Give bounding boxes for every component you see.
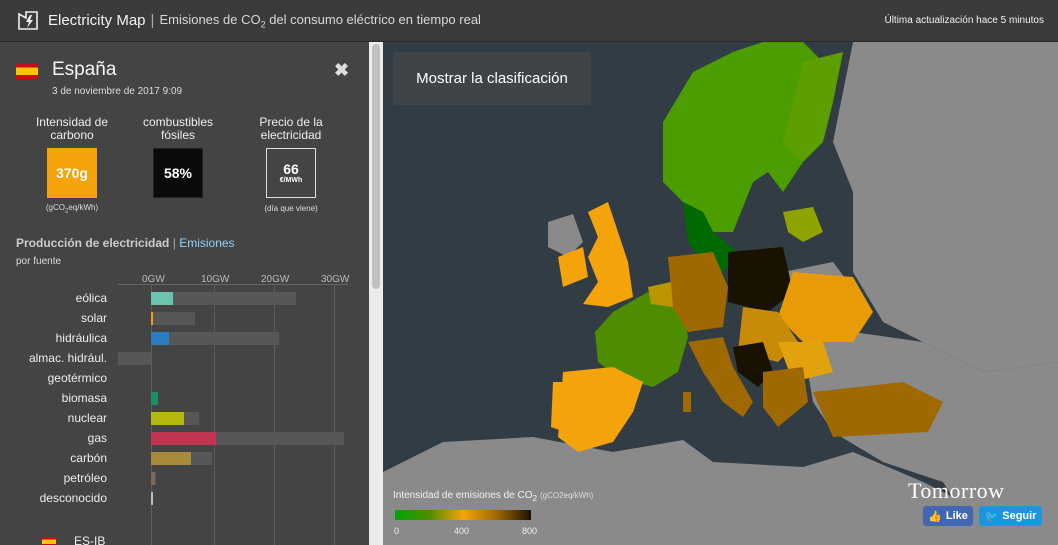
brand-name[interactable]: Electricity Map [48,12,146,29]
production-bar[interactable] [151,392,158,405]
carbon-intensity-label: Intensidad de carbono [35,115,109,142]
datetime: 3 de noviembre de 2017 9:09 [52,86,183,97]
source-label: almac. hidrául. [28,351,107,365]
europe-map[interactable]: Mostrar la clasificación Intensidad de e… [383,42,1058,545]
source-label: geotérmico [47,371,107,385]
gridline [334,284,335,545]
production-bar[interactable] [151,312,153,325]
scrollbar[interactable] [369,42,383,545]
production-bar[interactable] [151,452,191,465]
twitter-icon: 🐦 [984,510,999,523]
production-bar[interactable] [151,492,153,505]
fossil-percentage-value[interactable]: 58% [153,148,203,198]
last-update-text: Última actualización hace 5 minutos [884,15,1044,26]
gridline [274,284,275,545]
source-label: eólica [75,291,107,305]
by-source-label: por fuente [16,256,62,267]
close-icon[interactable]: ✖ [334,60,349,81]
top-bar: Electricity Map | Emisiones de CO2 del c… [0,0,1058,42]
map-svg [383,42,1058,545]
production-bar[interactable] [151,432,217,445]
source-label: solar [80,311,107,325]
tagline: Emisiones de CO2 del consumo eléctrico e… [159,11,481,30]
source-label: carbón [70,451,107,465]
capacity-bar[interactable] [151,332,279,345]
source-label: biomasa [61,391,107,405]
country-panel: España 3 de noviembre de 2017 9:09 ✖ Int… [0,42,369,545]
facebook-like-button[interactable]: 👍 Like [923,506,973,526]
fossil-label: combustibles fósiles [142,115,214,142]
twitter-follow-button[interactable]: 🐦 Seguir [979,506,1042,526]
emissions-link[interactable]: Emisiones [179,236,234,250]
show-ranking-button[interactable]: Mostrar la clasificación [393,52,591,105]
production-bar[interactable] [151,332,170,345]
capacity-bar[interactable] [151,312,195,325]
production-bar[interactable] [151,472,155,485]
production-bar[interactable] [151,412,185,425]
tomorrow-logo[interactable]: Tomorrow [908,478,1005,504]
source-label: nuclear [67,411,107,425]
source-label: gas [87,431,107,445]
price-label: Precio de la electricidad [259,115,323,142]
legend-tick: 0 [394,526,400,536]
spain-flag-icon [42,537,56,545]
carbon-intensity-value[interactable]: 370g [47,148,97,198]
axis-line [118,284,348,285]
source-label: desconocido [39,491,107,505]
legend-gradient [395,510,531,520]
price-unit: €/MWh [279,177,303,184]
price-note: (día que viene) [264,204,318,213]
legend-title: Intensidad de emisiones de CO2 (gCO2eq/k… [393,490,594,503]
price-value-box[interactable]: 66 €/MWh [266,148,316,198]
zone-es-ib[interactable]: ES-IB [42,534,105,545]
source-label: hidráulica [55,331,107,345]
carbon-unit: (gCO2eq/kWh) [45,203,99,215]
country-name: España [52,59,117,80]
price-value: 66 [283,161,299,177]
source-label: petróleo [63,471,107,485]
production-title: Producción de electricidad | Emisiones [16,236,235,250]
electricity-map-logo-icon[interactable] [16,9,40,33]
facebook-icon: 👍 [928,510,942,523]
production-chart: 0GW 10GW 20GW 30GW eólica solar hidráulica… [0,268,369,545]
legend-tick: 400 [454,526,470,536]
capacity-bar[interactable] [117,352,151,365]
gridline [214,284,215,545]
legend-tick: 800 [522,526,538,536]
production-bar[interactable] [151,292,174,305]
spain-flag-icon [16,64,38,79]
scrollbar-thumb[interactable] [372,44,380,289]
